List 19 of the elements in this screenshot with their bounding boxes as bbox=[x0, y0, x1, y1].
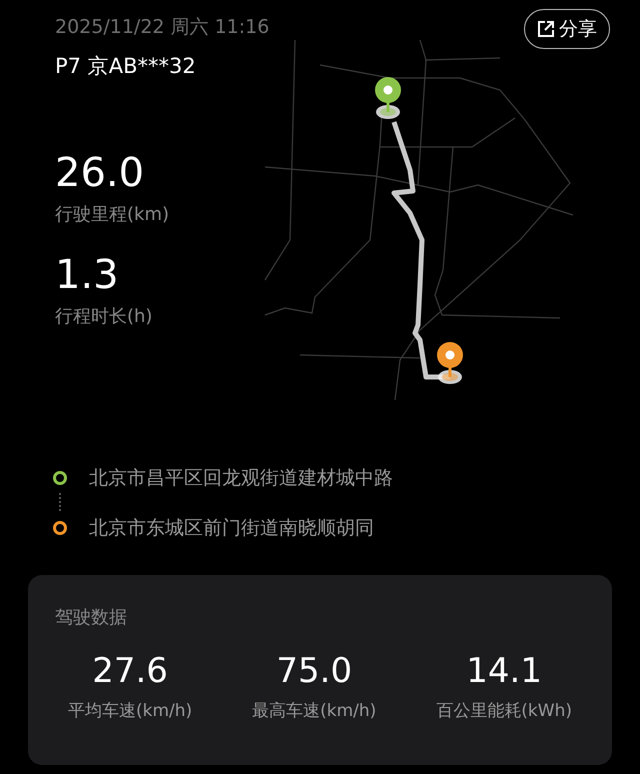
stat-label: 行程时长(h) bbox=[55, 305, 152, 328]
metric-label: 最高车速(km/h) bbox=[252, 700, 376, 722]
stat-value: 26.0 bbox=[55, 150, 144, 196]
stat-value: 1.3 bbox=[55, 252, 119, 298]
address-text: 北京市昌平区回龙观街道建材城中路 bbox=[89, 466, 393, 491]
share-button[interactable]: 分享 bbox=[524, 9, 610, 49]
metric-value: 27.6 bbox=[92, 651, 168, 691]
vehicle-plate: P7 京AB***32 bbox=[55, 53, 196, 80]
trip-datetime: 2025/11/22 周六 11:16 bbox=[55, 16, 270, 38]
metric-label: 平均车速(km/h) bbox=[68, 700, 192, 722]
map-pin-icon bbox=[437, 342, 463, 384]
card-title: 驾驶数据 bbox=[55, 606, 127, 629]
stat-label: 行驶里程(km) bbox=[55, 203, 170, 226]
share-icon bbox=[537, 20, 555, 38]
address-text: 北京市东城区前门街道南晓顺胡同 bbox=[89, 516, 374, 541]
metric-label: 百公里能耗(kWh) bbox=[436, 700, 572, 722]
metric-value: 75.0 bbox=[276, 651, 352, 691]
metric-value: 14.1 bbox=[466, 651, 542, 691]
map-pin-icon bbox=[375, 77, 401, 119]
